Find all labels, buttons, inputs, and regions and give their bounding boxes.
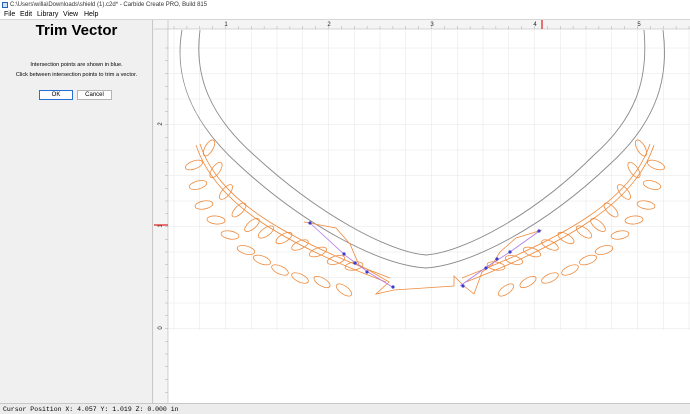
menu-edit[interactable]: Edit: [19, 10, 33, 20]
menu-library[interactable]: Library: [36, 10, 59, 20]
shield-outline[interactable]: [179, 29, 665, 269]
ok-button[interactable]: OK: [39, 90, 73, 100]
menu-bar: File Edit Library View Help: [0, 10, 690, 20]
cancel-button[interactable]: Cancel: [77, 90, 112, 100]
menu-help[interactable]: Help: [83, 10, 99, 20]
window-title: C:\Users\willa\Downloads\shield (1).c2d*…: [10, 2, 208, 8]
menu-file[interactable]: File: [3, 10, 16, 20]
top-ruler: [154, 20, 690, 29]
menu-view[interactable]: View: [62, 10, 79, 20]
panel-title: Trim Vector: [35, 22, 118, 39]
cursor-position: Cursor Position X: 4.057 Y: 1.019 Z: 0.0…: [3, 406, 179, 413]
instruction-line-2: Click between intersection points to tri…: [15, 72, 138, 78]
title-bar: C:\Users\willa\Downloads\shield (1).c2d*…: [0, 0, 690, 10]
instruction-line-1: Intersection points are shown in blue.: [30, 62, 123, 68]
status-bar: Cursor Position X: 4.057 Y: 1.019 Z: 0.0…: [0, 403, 690, 414]
trim-vector-panel: Trim Vector Intersection points are show…: [0, 20, 153, 403]
left-ruler: [154, 20, 168, 403]
app-icon: [2, 2, 8, 8]
design-canvas[interactable]: 1 2 3 4 5 2 1 0: [154, 20, 690, 403]
laurel-wreath[interactable]: [184, 138, 666, 298]
